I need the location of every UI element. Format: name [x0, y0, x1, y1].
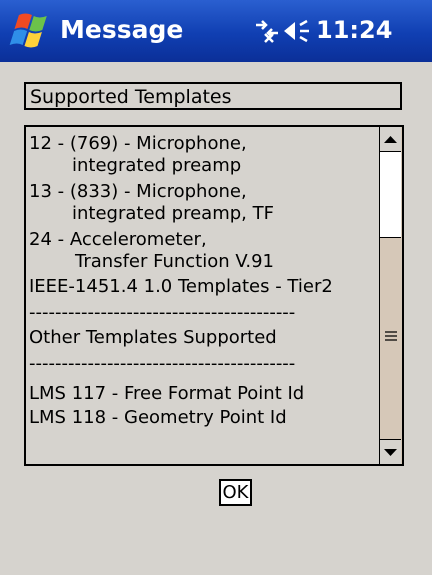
scrollbar-thumb[interactable]	[380, 152, 401, 238]
scrollbar-grip-icon	[385, 331, 397, 341]
arrow-down-icon	[384, 449, 397, 456]
ok-button[interactable]: OK	[219, 479, 252, 506]
list-separator: ----------------------------------------…	[29, 302, 296, 323]
scroll-down-button[interactable]	[380, 439, 401, 464]
list-item: 13 - (833) - Microphone,	[29, 181, 247, 202]
list-item: integrated preamp, TF	[72, 203, 274, 224]
header-label: Supported Templates	[30, 86, 232, 108]
windows-flag-icon[interactable]	[6, 9, 54, 53]
message-dialog: Supported Templates 12 - (769) - Microph…	[10, 70, 422, 526]
list-item: Other Templates Supported	[29, 327, 277, 348]
arrow-up-icon	[384, 136, 397, 143]
list-item: integrated preamp	[72, 155, 242, 176]
list-item: 24 - Accelerometer,	[29, 229, 207, 250]
list-item: LMS 117 - Free Format Point Id	[29, 383, 305, 404]
list-content: 12 - (769) - Microphone, integrated prea…	[26, 127, 382, 464]
scroll-up-button[interactable]	[380, 127, 401, 152]
list-item: 12 - (769) - Microphone,	[29, 133, 247, 154]
header-box: Supported Templates	[24, 82, 402, 110]
speaker-icon[interactable]	[283, 18, 313, 44]
title-bar: Message 11:24	[0, 0, 432, 62]
window-title: Message	[60, 15, 184, 44]
list-item: Transfer Function V.91	[75, 251, 275, 272]
list-item: IEEE-1451.4 1.0 Templates - Tier2	[29, 276, 333, 297]
list-separator: ----------------------------------------…	[29, 353, 296, 374]
clock[interactable]: 11:24	[316, 16, 392, 44]
network-disconnected-icon[interactable]	[253, 16, 281, 44]
vertical-scrollbar[interactable]	[379, 127, 402, 464]
list-item: LMS 118 - Geometry Point Id	[29, 407, 287, 428]
templates-listbox[interactable]: 12 - (769) - Microphone, integrated prea…	[24, 125, 404, 466]
